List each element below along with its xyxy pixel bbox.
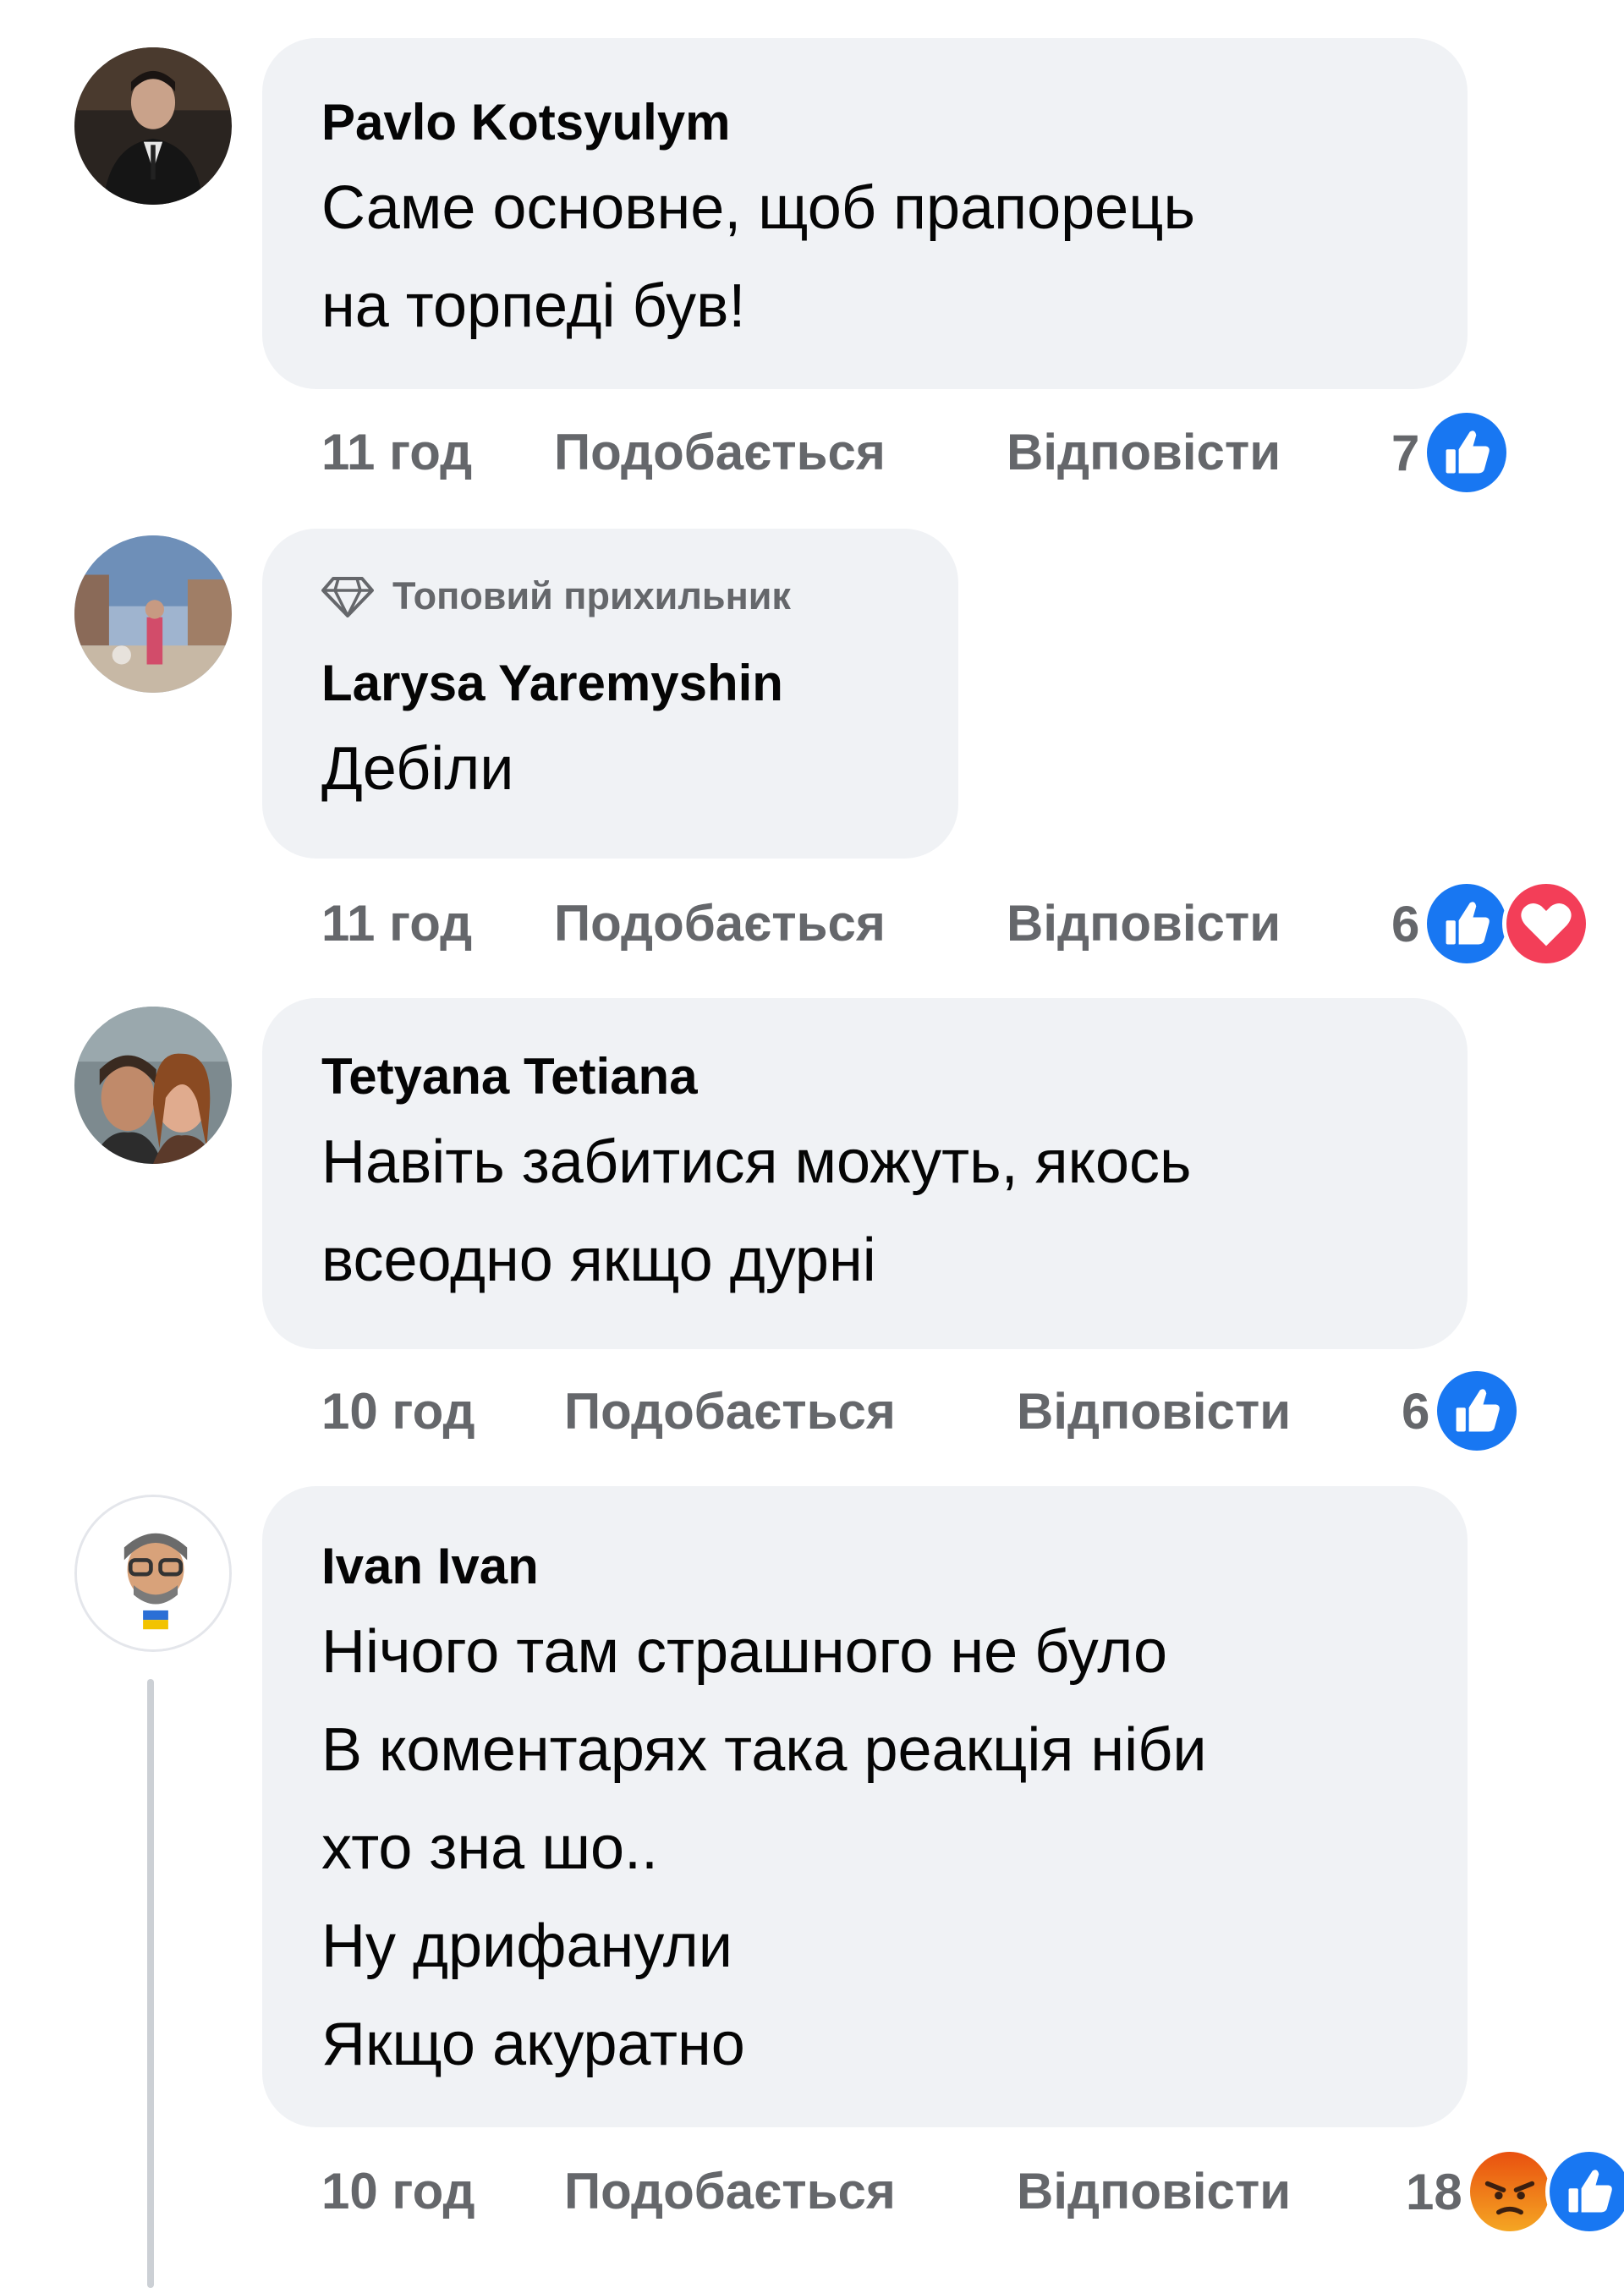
- reaction-summary[interactable]: 7: [1391, 406, 1512, 499]
- reply-button[interactable]: Відповісти: [1007, 419, 1281, 486]
- comment-timestamp[interactable]: 11 год: [321, 419, 472, 486]
- comment-text-line: на торпеді був!: [321, 272, 746, 340]
- avatar[interactable]: [74, 1007, 232, 1164]
- comment-text-line: Якщо акуратно: [321, 2011, 745, 2078]
- comment-bubble: Pavlo Kotsyulym Саме основне, щоб прапор…: [262, 38, 1468, 389]
- comment-timestamp[interactable]: 10 год: [321, 1378, 475, 1446]
- like-button[interactable]: Подобається: [564, 1378, 896, 1446]
- comment-timestamp[interactable]: 11 год: [321, 890, 472, 957]
- comment-text-line: всеодно якщо дурні: [321, 1226, 876, 1294]
- reply-button[interactable]: Відповісти: [1017, 1378, 1291, 1446]
- comment-text-line: Нічого там страшного не було: [321, 1618, 1168, 1686]
- avatar[interactable]: [74, 535, 232, 693]
- like-icon: [1544, 2148, 1624, 2236]
- comment-bubble: Tetyana Tetiana Навіть забитися можуть, …: [262, 998, 1468, 1349]
- reaction-count: 6: [1391, 895, 1420, 952]
- like-button[interactable]: Подобається: [554, 419, 886, 486]
- reply-button[interactable]: Відповісти: [1007, 890, 1281, 957]
- avatar[interactable]: [74, 47, 232, 205]
- comment-text-line: Саме основне, щоб прапорець: [321, 174, 1195, 242]
- like-button[interactable]: Подобається: [554, 890, 886, 957]
- like-icon: [1423, 880, 1512, 968]
- reaction-summary[interactable]: 18: [1406, 2145, 1624, 2238]
- comment-author[interactable]: Pavlo Kotsyulym: [321, 93, 731, 152]
- like-button[interactable]: Подобається: [564, 2158, 896, 2225]
- reaction-count: 7: [1391, 424, 1420, 481]
- reaction-summary[interactable]: 6: [1391, 877, 1591, 970]
- avatar[interactable]: [74, 1495, 232, 1652]
- like-icon: [1433, 1367, 1522, 1455]
- diamond-icon: [321, 577, 374, 617]
- comment-text-line: Ну дрифанули: [321, 1912, 732, 1980]
- comment-author[interactable]: Tetyana Tetiana: [321, 1047, 698, 1106]
- reaction-count: 18: [1406, 2163, 1462, 2220]
- angry-icon: [1465, 2148, 1554, 2236]
- top-fan-badge: Топовий прихильник: [321, 574, 791, 617]
- comment-bubble: Ivan Ivan Нічого там страшного не було В…: [262, 1486, 1468, 2127]
- love-icon: [1502, 880, 1591, 968]
- comments-section: Pavlo Kotsyulym Саме основне, щоб прапор…: [0, 0, 1624, 2288]
- reply-button[interactable]: Відповісти: [1017, 2158, 1291, 2225]
- comment-text-line: В коментарях така реакція ніби: [321, 1716, 1207, 1784]
- comment-text-line: Навіть забитися можуть, якось: [321, 1128, 1192, 1196]
- comment-text-line: Дебіли: [321, 735, 514, 803]
- comment-timestamp[interactable]: 10 год: [321, 2158, 475, 2225]
- comment-text-line: хто зна шо..: [321, 1814, 659, 1882]
- comment-author[interactable]: Ivan Ivan: [321, 1537, 539, 1596]
- comment-author[interactable]: Larysa Yaremyshin: [321, 654, 783, 713]
- reaction-summary[interactable]: 6: [1402, 1364, 1522, 1457]
- badge-label: Топовий прихильник: [392, 574, 791, 617]
- like-icon: [1423, 409, 1512, 497]
- reaction-count: 6: [1402, 1382, 1430, 1440]
- reply-thread-line: [147, 1679, 154, 2288]
- comment-bubble: Топовий прихильник Larysa Yaremyshin Деб…: [262, 529, 958, 859]
